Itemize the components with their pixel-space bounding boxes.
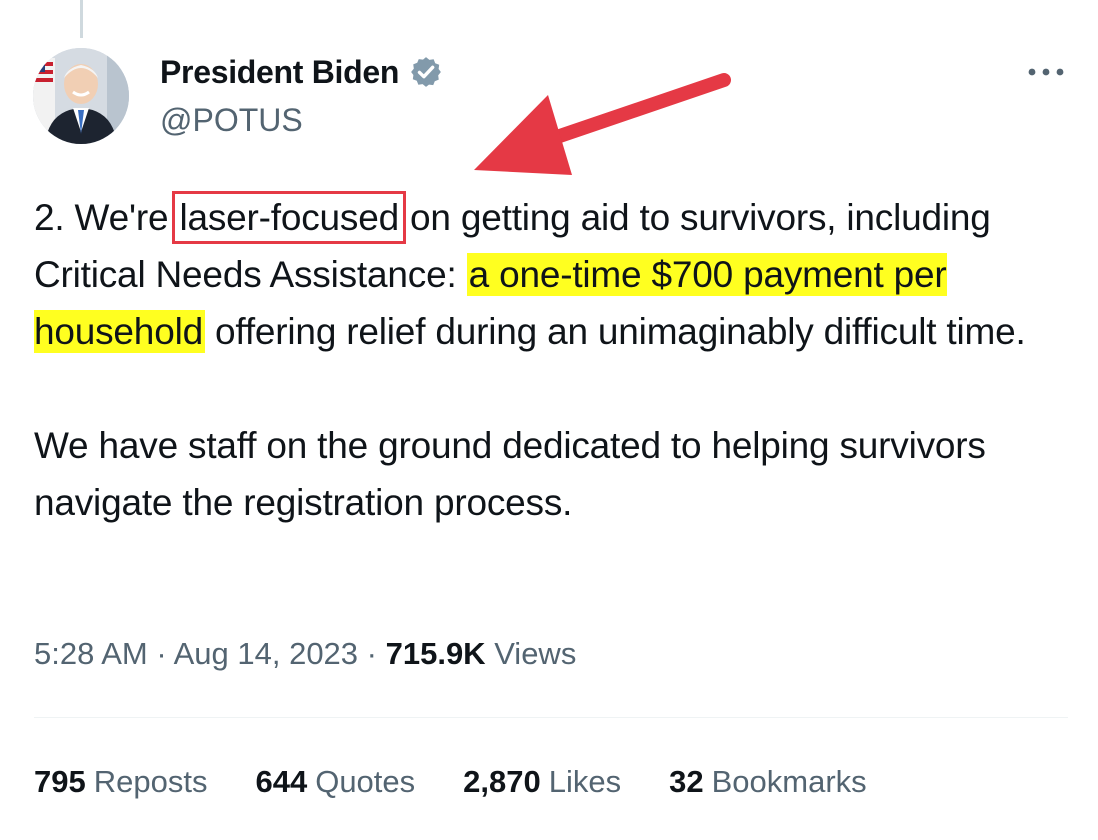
- bookmarks-label: Bookmarks: [711, 764, 867, 799]
- tweet-metadata: 5:28 AM · Aug 14, 2023 · 715.9K Views: [34, 636, 576, 672]
- tweet-date[interactable]: Aug 14, 2023: [174, 636, 358, 671]
- divider: [34, 717, 1068, 718]
- author-display-name[interactable]: President Biden: [160, 54, 399, 91]
- likes-count: 2,870: [463, 764, 541, 799]
- quotes-stat[interactable]: 644 Quotes: [255, 764, 415, 800]
- author-handle[interactable]: @POTUS: [160, 102, 303, 139]
- meta-separator: ·: [358, 636, 386, 671]
- reposts-stat[interactable]: 795 Reposts: [34, 764, 207, 800]
- avatar[interactable]: [33, 48, 129, 144]
- reposts-count: 795: [34, 764, 86, 799]
- portrait-avatar-icon: [33, 48, 129, 144]
- views-count: 715.9K: [385, 636, 486, 671]
- meta-separator: ·: [147, 636, 174, 671]
- bookmarks-count: 32: [669, 764, 704, 799]
- verified-badge-icon: [411, 57, 441, 87]
- quotes-count: 644: [255, 764, 308, 799]
- tweet-text-segment: 2. We're: [34, 197, 169, 238]
- tweet-text: 2. We're laser-focused on getting aid to…: [34, 189, 1074, 531]
- likes-label: Likes: [548, 764, 622, 799]
- thread-connector-line: [80, 0, 83, 38]
- boxed-phrase: laser-focused: [172, 191, 406, 244]
- reposts-label: Reposts: [93, 764, 208, 799]
- bookmarks-stat[interactable]: 32 Bookmarks: [669, 764, 867, 800]
- more-options-button[interactable]: [1020, 56, 1072, 88]
- engagement-stats: 795 Reposts 644 Quotes 2,870 Likes 32 Bookma…: [34, 764, 867, 800]
- author-name-row: President Biden: [160, 52, 443, 92]
- tweet-text-segment: offering relief during an unimaginably d…: [204, 311, 1026, 352]
- tweet-paragraph-2: We have staff on the ground dedicated to…: [34, 425, 986, 523]
- more-dots-icon: [1028, 68, 1064, 76]
- likes-stat[interactable]: 2,870 Likes: [463, 764, 621, 800]
- tweet-time[interactable]: 5:28 AM: [34, 636, 148, 671]
- quotes-label: Quotes: [315, 764, 416, 799]
- views-label: Views: [485, 636, 577, 671]
- tweet-paragraph-1: 2. We're laser-focused on getting aid to…: [34, 189, 1074, 360]
